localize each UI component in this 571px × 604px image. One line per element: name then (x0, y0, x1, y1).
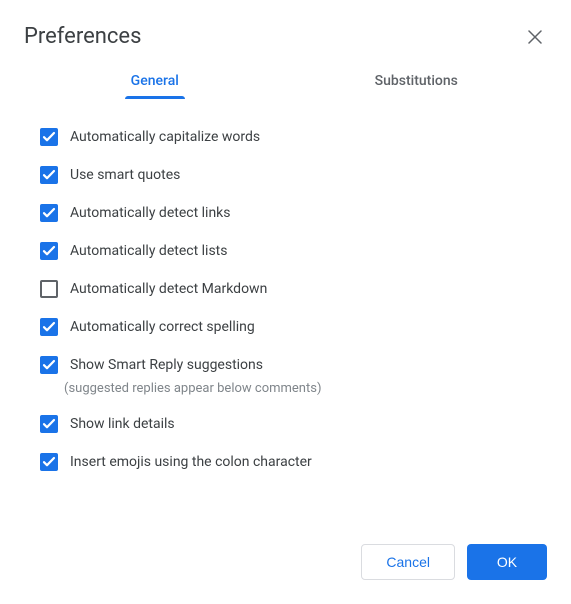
option-subtext: (suggested replies appear below comments… (64, 381, 321, 396)
ok-button[interactable]: OK (467, 544, 547, 580)
close-button[interactable] (523, 25, 547, 49)
option-label[interactable]: Insert emojis using the colon character (70, 452, 312, 472)
option-body: Automatically capitalize words (70, 127, 260, 147)
option-label[interactable]: Automatically detect lists (70, 241, 227, 261)
close-icon (528, 30, 542, 44)
option-label[interactable]: Automatically detect links (70, 203, 231, 223)
option-label[interactable]: Show link details (70, 414, 175, 434)
tab-general[interactable]: General (24, 61, 286, 99)
option-row: Automatically detect lists (40, 241, 547, 261)
checkbox[interactable] (40, 128, 58, 146)
checkbox[interactable] (40, 166, 58, 184)
option-body: Automatically detect lists (70, 241, 227, 261)
option-label[interactable]: Use smart quotes (70, 165, 180, 185)
option-row: Insert emojis using the colon character (40, 452, 547, 472)
dialog-title: Preferences (24, 24, 141, 49)
checkbox[interactable] (40, 242, 58, 260)
checkbox[interactable] (40, 318, 58, 336)
option-label[interactable]: Automatically capitalize words (70, 127, 260, 147)
option-body: Automatically correct spelling (70, 317, 255, 337)
option-row: Automatically detect links (40, 203, 547, 223)
options-list: Automatically capitalize words Use smart … (24, 127, 547, 472)
option-body: Show link details (70, 414, 175, 434)
option-body: Automatically detect Markdown (70, 279, 267, 299)
option-body: Insert emojis using the colon character (70, 452, 312, 472)
option-body: Show Smart Reply suggestions(suggested r… (70, 355, 321, 396)
cancel-button[interactable]: Cancel (361, 544, 455, 580)
tabs: General Substitutions (24, 61, 547, 99)
option-row: Show Smart Reply suggestions (suggested r… (40, 355, 547, 396)
option-row: Automatically capitalize words (40, 127, 547, 147)
checkbox[interactable] (40, 280, 58, 298)
checkbox[interactable] (40, 453, 58, 471)
option-label[interactable]: Automatically correct spelling (70, 317, 255, 337)
option-row: Automatically detect Markdown (40, 279, 547, 299)
tab-substitutions[interactable]: Substitutions (286, 61, 548, 99)
option-label[interactable]: Show Smart Reply suggestions (70, 355, 321, 375)
checkbox[interactable] (40, 204, 58, 222)
option-row: Automatically correct spelling (40, 317, 547, 337)
checkbox[interactable] (40, 415, 58, 433)
option-label[interactable]: Automatically detect Markdown (70, 279, 267, 299)
dialog-actions: Cancel OK (361, 544, 547, 580)
option-row: Show link details (40, 414, 547, 434)
checkbox[interactable] (40, 356, 58, 374)
option-body: Use smart quotes (70, 165, 180, 185)
option-row: Use smart quotes (40, 165, 547, 185)
option-body: Automatically detect links (70, 203, 231, 223)
dialog-header: Preferences (24, 24, 547, 49)
